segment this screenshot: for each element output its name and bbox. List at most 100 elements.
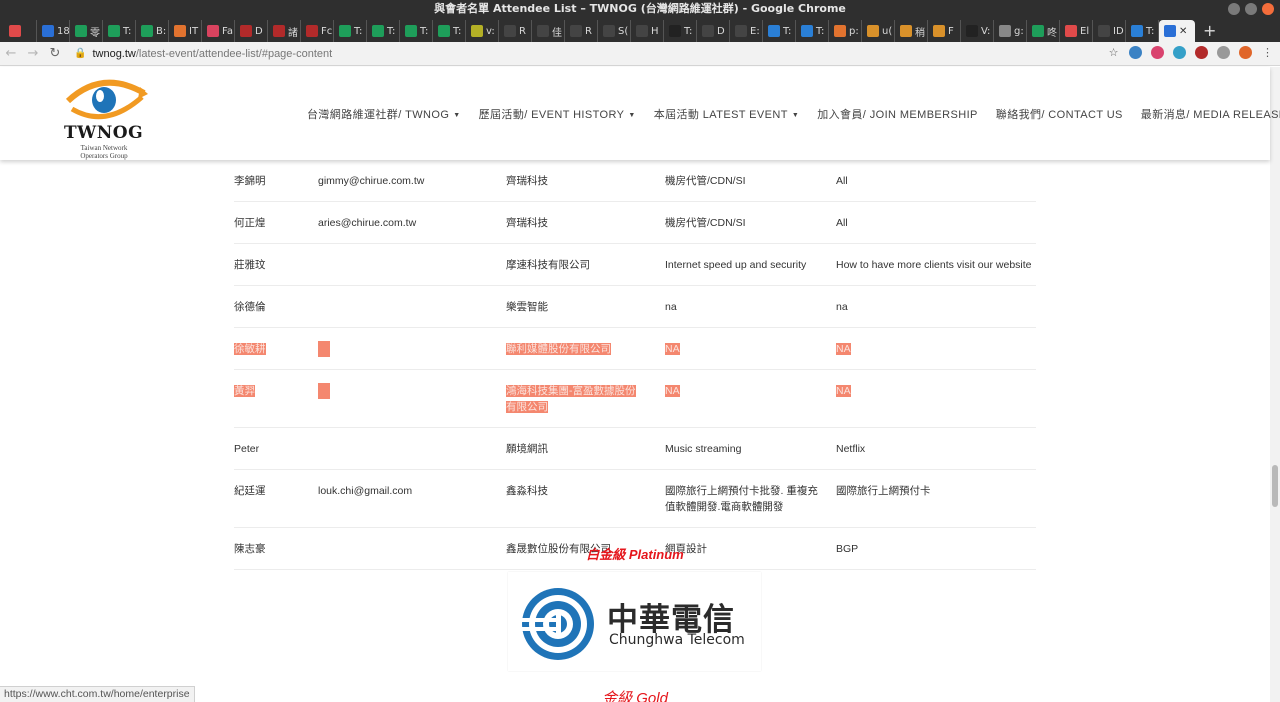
- tab-label: S(: [618, 25, 629, 37]
- main-nav: 台灣網路維運社群/ TWNOG ▼ 歷屆活動/ EVENT HISTORY ▼ 本屆活動…: [307, 106, 1280, 122]
- address-bar[interactable]: 🔒 twnog.tw/latest-event/attendee-list/#p…: [74, 48, 332, 60]
- browser-tab[interactable]: V:: [961, 20, 994, 42]
- bookmark-star-icon[interactable]: ☆: [1107, 46, 1120, 59]
- extension-icon[interactable]: [1129, 46, 1142, 59]
- browser-tab[interactable]: 零: [70, 20, 103, 42]
- browser-tab[interactable]: H: [631, 20, 664, 42]
- cell-email: aries@chirue.com.tw: [318, 201, 506, 244]
- browser-tab[interactable]: D: [235, 20, 268, 42]
- browser-tab[interactable]: g:: [994, 20, 1027, 42]
- back-arrow-icon[interactable]: ←: [0, 46, 22, 61]
- cell-text[interactable]: louk.chi@gmail.com: [318, 485, 412, 497]
- camera-icon[interactable]: [1217, 46, 1230, 59]
- nav-item-label: 歷屆活動/ EVENT HISTORY: [478, 109, 625, 121]
- maximize-icon[interactable]: [1245, 3, 1257, 15]
- browser-tab[interactable]: T:: [367, 20, 400, 42]
- browser-tab[interactable]: 佳: [532, 20, 565, 42]
- tab-label: T:: [684, 25, 693, 37]
- extension-icon[interactable]: [1239, 46, 1252, 59]
- browser-tab[interactable]: T:: [400, 20, 433, 42]
- lock-icon[interactable]: 🔒: [74, 48, 86, 59]
- browser-tab[interactable]: R: [499, 20, 532, 42]
- browser-tab[interactable]: T:: [763, 20, 796, 42]
- browser-tab[interactable]: El: [1060, 20, 1093, 42]
- browser-tab[interactable]: B:: [136, 20, 169, 42]
- cell-text: NA: [836, 343, 851, 355]
- browser-tab[interactable]: p:: [829, 20, 862, 42]
- extension-icon[interactable]: [1195, 46, 1208, 59]
- cell-name: 徐德倫: [234, 285, 318, 328]
- nav-item[interactable]: 台灣網路維運社群/ TWNOG ▼: [307, 106, 461, 122]
- cell-text[interactable]: aries@chirue.com.tw: [318, 217, 416, 229]
- cell-text: How to have more clients visit our websi…: [836, 259, 1032, 271]
- browser-tab[interactable]: 諸: [268, 20, 301, 42]
- cell-email: [318, 285, 506, 328]
- tab-label: R: [519, 25, 526, 37]
- nav-item[interactable]: 最新消息/ MEDIA RELEASES▼: [1141, 106, 1280, 122]
- browser-tab[interactable]: 咚: [1027, 20, 1060, 42]
- tab-favicon-icon: [438, 25, 450, 37]
- cell-company: 願境網訊: [506, 427, 665, 470]
- browser-tab[interactable]: S(: [598, 20, 631, 42]
- tab-favicon-icon: [108, 25, 120, 37]
- scrollbar-thumb[interactable]: [1272, 465, 1278, 507]
- nav-item[interactable]: 歷屆活動/ EVENT HISTORY ▼: [479, 106, 636, 122]
- tab-favicon-icon: [867, 25, 879, 37]
- minimize-icon[interactable]: [1228, 3, 1240, 15]
- browser-tab[interactable]: T:: [664, 20, 697, 42]
- table-row: 何正煌 aries@chirue.com.tw 齊瑞科技 機房代管/CDN/SI All: [234, 201, 1036, 244]
- tab-favicon-icon: [75, 25, 87, 37]
- extension-icon[interactable]: [1173, 46, 1186, 59]
- browser-tab[interactable]: u(: [862, 20, 895, 42]
- sponsor-name-en: Chunghwa Telecom: [609, 632, 745, 648]
- tab-favicon-icon: [537, 25, 549, 37]
- table-row: 黃羿 鴻海科技集團-富盈數據股份有限公司 NA NA: [234, 369, 1036, 428]
- caret-down-icon: ▼: [453, 112, 461, 119]
- browser-tab[interactable]: Fa: [202, 20, 235, 42]
- browser-tab[interactable]: E:: [730, 20, 763, 42]
- forward-arrow-icon[interactable]: →: [22, 46, 44, 61]
- new-tab-icon[interactable]: +: [1195, 20, 1216, 42]
- browser-tab[interactable]: F: [928, 20, 961, 42]
- cell-text[interactable]: gimmy@chirue.com.tw: [318, 175, 424, 187]
- tab-label: v:: [486, 25, 495, 37]
- tab-label: 佳: [552, 27, 562, 39]
- tab-favicon-icon: [306, 25, 318, 37]
- browser-tab[interactable]: T:: [334, 20, 367, 42]
- browser-tab[interactable]: T:: [796, 20, 829, 42]
- menu-dots-icon[interactable]: ⋮: [1261, 46, 1274, 59]
- cell-business: 機房代管/CDN/SI: [665, 160, 836, 202]
- tab-favicon-icon: [504, 25, 516, 37]
- browser-tab[interactable]: IT: [169, 20, 202, 42]
- browser-tab[interactable]: R: [565, 20, 598, 42]
- browser-tab[interactable]: T:: [1126, 20, 1159, 42]
- close-window-icon[interactable]: [1262, 3, 1274, 15]
- browser-tab[interactable]: 18: [37, 20, 70, 42]
- browser-tab[interactable]: T:: [103, 20, 136, 42]
- browser-tab[interactable]: ID: [1093, 20, 1126, 42]
- nav-item[interactable]: 本屆活動 LATEST EVENT ▼: [654, 106, 799, 122]
- nav-item[interactable]: 聯絡我們/ CONTACT US: [996, 106, 1123, 122]
- browser-tab-active[interactable]: ✕: [1159, 20, 1195, 42]
- cell-name: Peter: [234, 427, 318, 470]
- browser-tab[interactable]: v:: [466, 20, 499, 42]
- nav-item[interactable]: 加入會員/ JOIN MEMBERSHIP: [817, 106, 978, 122]
- reload-icon[interactable]: ↻: [44, 46, 66, 61]
- url-path: /latest-event/attendee-list/#page-conten…: [135, 47, 333, 60]
- cell-name: 李錦明: [234, 160, 318, 202]
- browser-tab[interactable]: T:: [433, 20, 466, 42]
- cell-text: na: [836, 301, 848, 313]
- sponsor-chunghwa-telecom[interactable]: 中華電信 Chunghwa Telecom: [508, 572, 761, 671]
- nav-item-label: 最新消息/ MEDIA RELEASES: [1140, 109, 1280, 121]
- cell-text: NA: [665, 385, 680, 397]
- browser-tab[interactable]: 稍: [895, 20, 928, 42]
- browser-tab[interactable]: Fc: [301, 20, 334, 42]
- close-tab-icon[interactable]: ✕: [1179, 26, 1187, 37]
- twnog-logo[interactable]: TWNOG Taiwan Network Operators Group: [62, 75, 148, 163]
- logo-subtitle: Taiwan Network Operators Group: [80, 144, 128, 160]
- page-scrollbar[interactable]: [1270, 67, 1280, 702]
- extension-icon[interactable]: [1151, 46, 1164, 59]
- browser-tab[interactable]: [4, 20, 37, 42]
- cell-text: 摩速科技有限公司: [506, 259, 590, 271]
- browser-tab[interactable]: D: [697, 20, 730, 42]
